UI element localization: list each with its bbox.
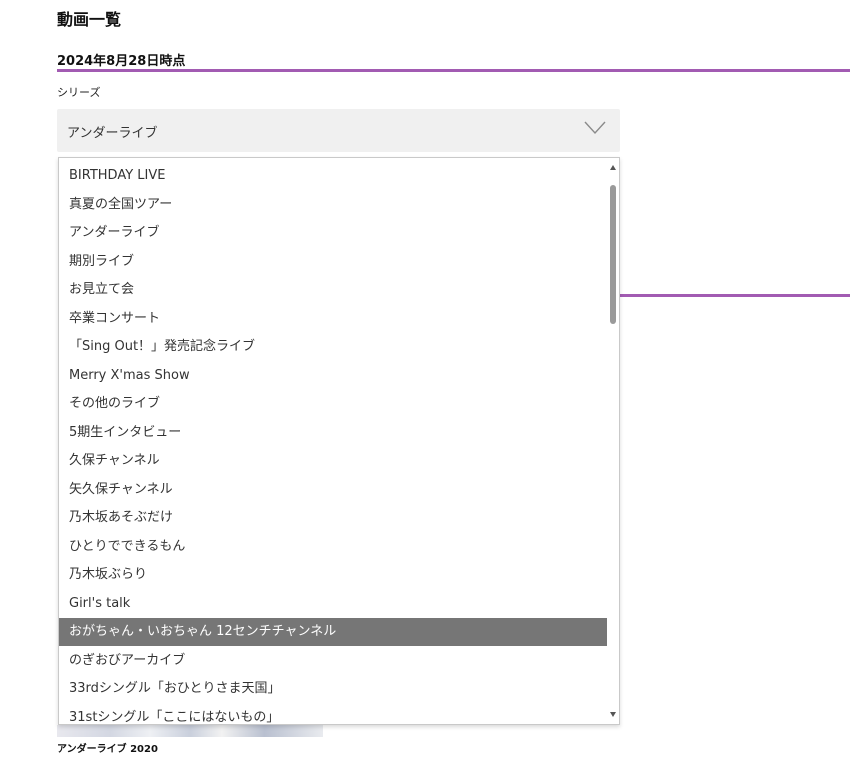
dropdown-option[interactable]: 31stシングル「ここにはないもの」 [59, 704, 608, 725]
dropdown-option[interactable]: 33rdシングル「おひとりさま天国」 [59, 675, 608, 703]
scroll-up-arrow-icon[interactable] [609, 164, 617, 172]
dropdown-option[interactable]: 久保チャンネル [59, 447, 608, 475]
scroll-down-arrow-icon[interactable] [609, 710, 617, 718]
heading-divider [57, 69, 850, 72]
series-dropdown-list[interactable]: BIRTHDAY LIVE 真夏の全国ツアー アンダーライブ 期別ライブ お見立て会 卒業… [58, 157, 620, 725]
series-select-value: アンダーライブ [67, 126, 158, 141]
series-select[interactable]: アンダーライブ [57, 109, 620, 152]
dropdown-option[interactable]: BIRTHDAY LIVE [59, 162, 608, 190]
dropdown-option[interactable]: 5期生インタビュー [59, 419, 608, 447]
dropdown-option[interactable]: 卒業コンサート [59, 305, 608, 333]
dropdown-option[interactable]: Merry X'mas Show [59, 362, 608, 390]
dropdown-option[interactable]: 期別ライブ [59, 248, 608, 276]
dropdown-option[interactable]: お見立て会 [59, 276, 608, 304]
chevron-down-icon [584, 121, 606, 135]
dropdown-scrollbar[interactable] [607, 158, 619, 724]
video-thumbnail[interactable] [57, 725, 323, 737]
video-caption[interactable]: アンダーライブ 2020 [57, 740, 158, 755]
dropdown-option[interactable]: その他のライブ [59, 390, 608, 418]
page-title: 動画一覧 [57, 10, 122, 29]
section-divider [620, 294, 850, 297]
dropdown-option[interactable]: ひとりでできるもん [59, 533, 608, 561]
dropdown-option[interactable]: Girl's talk [59, 590, 608, 618]
dropdown-option[interactable]: おがちゃん・いおちゃん 12センチチャンネル [59, 618, 608, 646]
dropdown-option[interactable]: 真夏の全国ツアー [59, 191, 608, 219]
dropdown-option[interactable]: アンダーライブ [59, 219, 608, 247]
date-heading: 2024年8月28日時点 [57, 54, 186, 69]
dropdown-option[interactable]: 乃木坂ぶらり [59, 561, 608, 589]
scrollbar-thumb[interactable] [610, 185, 616, 324]
dropdown-option[interactable]: 矢久保チャンネル [59, 476, 608, 504]
dropdown-option[interactable]: 「Sing Out！」発売記念ライブ [59, 333, 608, 361]
series-filter-label: シリーズ [57, 86, 101, 99]
dropdown-option[interactable]: のぎおびアーカイブ [59, 647, 608, 675]
dropdown-option[interactable]: 乃木坂あそぶだけ [59, 504, 608, 532]
